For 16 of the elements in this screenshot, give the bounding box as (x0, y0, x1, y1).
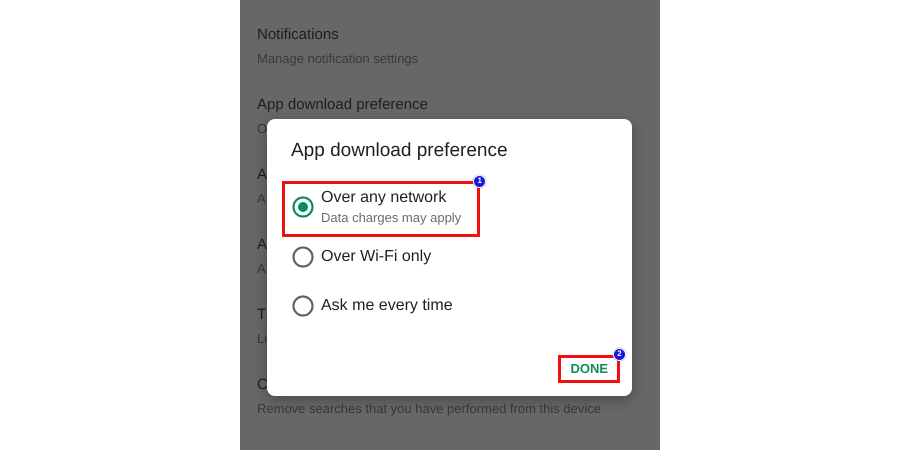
option-label[interactable]: Over any network (321, 187, 462, 209)
option-label[interactable]: Ask me every time (321, 295, 453, 317)
setting-title: A (257, 165, 268, 185)
dialog-title: App download preference (291, 139, 508, 163)
option-description: Data charges may apply (321, 209, 462, 227)
setting-title: App download preference (257, 95, 428, 115)
option-label[interactable]: Over Wi-Fi only (321, 246, 432, 268)
radio-button[interactable] (292, 246, 314, 268)
radio-button[interactable] (292, 295, 314, 317)
step-badge: 1 (473, 175, 486, 188)
step-badge: 2 (613, 348, 626, 361)
setting-title: C (257, 375, 268, 395)
setting-title: Notifications (257, 25, 339, 45)
setting-title: T (257, 305, 266, 325)
radio-button[interactable] (292, 196, 314, 218)
setting-title: A (257, 235, 268, 255)
